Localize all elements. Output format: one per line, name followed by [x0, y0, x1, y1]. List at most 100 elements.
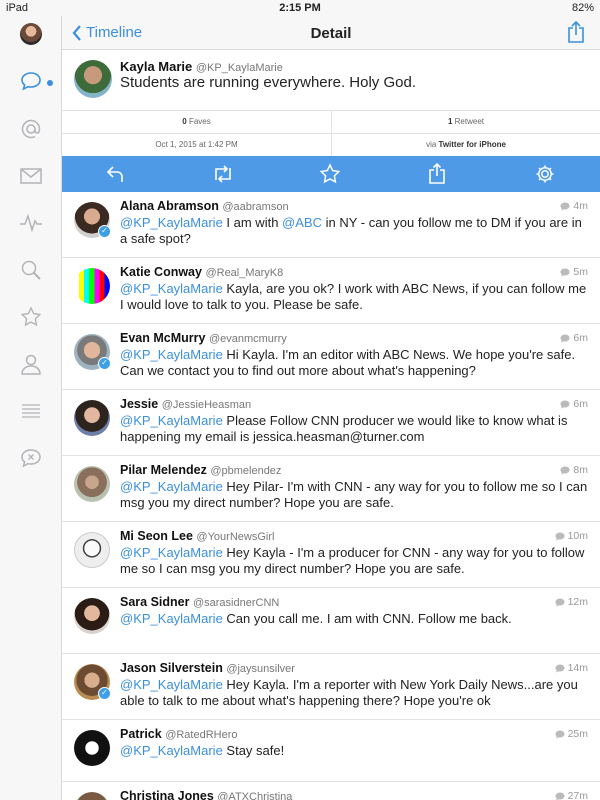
reply-button[interactable]	[104, 162, 128, 186]
mention-link[interactable]: @KP_KaylaMarie	[120, 479, 223, 494]
mention-link[interactable]: @KP_KaylaMarie	[120, 347, 223, 362]
activity-icon[interactable]	[18, 210, 44, 236]
account-avatar[interactable]	[20, 23, 42, 45]
list-item[interactable]: Katie Conway @Real_MaryK8 5m @KP_KaylaMa…	[62, 258, 600, 324]
author-handle[interactable]: @RatedRHero	[165, 729, 237, 741]
settings-button[interactable]	[533, 162, 557, 186]
favorite-button[interactable]	[318, 162, 342, 186]
mention-link[interactable]: @KP_KaylaMarie	[120, 281, 223, 296]
author-name[interactable]: Jessie	[120, 397, 158, 411]
author-handle[interactable]: @aabramson	[222, 201, 288, 213]
author-name[interactable]: Alana Abramson	[120, 199, 219, 213]
author-name[interactable]: Katie Conway	[120, 265, 202, 279]
avatar[interactable]	[74, 60, 112, 98]
page-title: Detail	[310, 25, 352, 42]
at-sign-icon[interactable]	[18, 116, 44, 142]
list-item[interactable]: Sara Sidner @sarasidnerCNN 12m @KP_Kayla…	[62, 588, 600, 654]
mention-link[interactable]: @KP_KaylaMarie	[120, 611, 223, 626]
reply-author: Jason Silverstein @jaysunsilver	[120, 661, 295, 675]
author-handle[interactable]: @sarasidnerCNN	[193, 597, 279, 609]
retweets-stat[interactable]: 1 Retweet	[331, 111, 600, 134]
retweets-label: Retweet	[454, 117, 485, 126]
tweet-stats: 0 Faves 1 Retweet Oct 1, 2015 at 1:42 PM…	[62, 110, 600, 157]
avatar[interactable]	[74, 466, 110, 502]
reply-author: Sara Sidner @sarasidnerCNN	[120, 595, 279, 609]
mention-link[interactable]: @KP_KaylaMarie	[120, 215, 223, 230]
list-item[interactable]: Mi Seon Lee @YourNewsGirl 10m @KP_KaylaM…	[62, 522, 600, 588]
author-handle[interactable]: @KP_KaylaMarie	[196, 62, 283, 74]
mention-link[interactable]: @KP_KaylaMarie	[120, 743, 223, 758]
avatar[interactable]	[74, 792, 110, 800]
mention-link[interactable]: @KP_KaylaMarie	[120, 413, 223, 428]
chat-bubble-icon	[555, 730, 565, 738]
author-name[interactable]: Kayla Marie	[120, 59, 192, 74]
mail-icon[interactable]	[18, 163, 44, 189]
list-item[interactable]: ✓ Alana Abramson @aabramson 4m @KP_Kayla…	[62, 192, 600, 258]
avatar[interactable]	[74, 400, 110, 436]
verified-badge-icon: ✓	[98, 357, 111, 370]
via-app[interactable]: Twitter for iPhone	[439, 140, 506, 149]
avatar[interactable]	[74, 730, 110, 766]
profile-icon[interactable]	[18, 351, 44, 377]
list-item[interactable]: Pilar Melendez @pbmelendez 8m @KP_KaylaM…	[62, 456, 600, 522]
star-icon	[319, 163, 341, 184]
muted-chat-icon[interactable]	[18, 445, 44, 471]
search-icon[interactable]	[18, 257, 44, 283]
reply-time: 14m	[555, 662, 588, 674]
author-name[interactable]: Mi Seon Lee	[120, 529, 193, 543]
author-handle[interactable]: @jaysunsilver	[226, 663, 295, 675]
retweet-button[interactable]	[211, 162, 235, 186]
author-handle[interactable]: @YourNewsGirl	[196, 531, 274, 543]
list-item[interactable]: ✓ Evan McMurry @evanmcmurry 6m @KP_Kayla…	[62, 324, 600, 390]
mention-link[interactable]: @ABC	[282, 215, 322, 230]
chat-bubble-icon	[560, 466, 570, 474]
list-item[interactable]: Christina Jones @ATXChristina 27m	[62, 782, 600, 800]
author-handle[interactable]: @evanmcmurry	[209, 333, 287, 345]
list-item[interactable]: ✓ Jason Silverstein @jaysunsilver 14m @K…	[62, 654, 600, 720]
meta-row: Oct 1, 2015 at 1:42 PM via Twitter for i…	[62, 133, 600, 157]
reply-time: 27m	[555, 790, 588, 800]
share-icon	[568, 20, 584, 43]
via-prefix: via	[426, 140, 437, 149]
back-label: Timeline	[86, 24, 143, 41]
chat-bubble-icon	[555, 598, 565, 606]
list-item[interactable]: Jessie @JessieHeasman 6m @KP_KaylaMarie …	[62, 390, 600, 456]
avatar[interactable]	[74, 598, 110, 634]
speech-bubble-icon[interactable]	[18, 68, 44, 94]
chat-bubble-icon	[560, 202, 570, 210]
share-tweet-button[interactable]	[425, 162, 449, 186]
verified-badge-icon: ✓	[98, 225, 111, 238]
author-handle[interactable]: @JessieHeasman	[162, 399, 251, 411]
author-name[interactable]: Evan McMurry	[120, 331, 205, 345]
avatar[interactable]	[74, 268, 110, 304]
time-label: 25m	[567, 728, 588, 740]
mention-link[interactable]: @KP_KaylaMarie	[120, 677, 223, 692]
list-item[interactable]: Patrick @RatedRHero 25m @KP_KaylaMarie S…	[62, 720, 600, 782]
retweet-icon	[215, 165, 231, 183]
time-label: 14m	[567, 662, 588, 674]
author-name[interactable]: Patrick	[120, 727, 162, 741]
star-icon[interactable]	[18, 304, 44, 330]
faves-label: Faves	[188, 117, 211, 126]
avatar[interactable]	[74, 532, 110, 568]
faves-stat[interactable]: 0 Faves	[62, 111, 331, 134]
reply-text-part: Can you call me. I am with CNN. Follow m…	[222, 611, 512, 626]
chat-bubble-icon	[560, 268, 570, 276]
mention-link[interactable]: @KP_KaylaMarie	[120, 545, 223, 560]
back-button[interactable]: Timeline	[72, 24, 142, 41]
chat-bubble-icon	[555, 792, 565, 800]
author-name[interactable]: Sara Sidner	[120, 595, 189, 609]
share-button[interactable]	[566, 20, 586, 49]
list-icon[interactable]	[18, 398, 44, 424]
author-handle[interactable]: @pbmelendez	[210, 465, 281, 477]
author-name[interactable]: Christina Jones	[120, 789, 214, 800]
author-handle[interactable]: @ATXChristina	[217, 791, 292, 800]
reply-text-part: I am with	[222, 215, 283, 230]
author-name[interactable]: Jason Silverstein	[120, 661, 223, 675]
reply-author: Jessie @JessieHeasman	[120, 397, 251, 411]
author-name[interactable]: Pilar Melendez	[120, 463, 207, 477]
retweets-count: 1	[447, 117, 453, 126]
author-handle[interactable]: @Real_MaryK8	[205, 267, 283, 279]
share-icon	[429, 163, 445, 184]
author-line: Kayla Marie @KP_KaylaMarie	[120, 59, 283, 74]
